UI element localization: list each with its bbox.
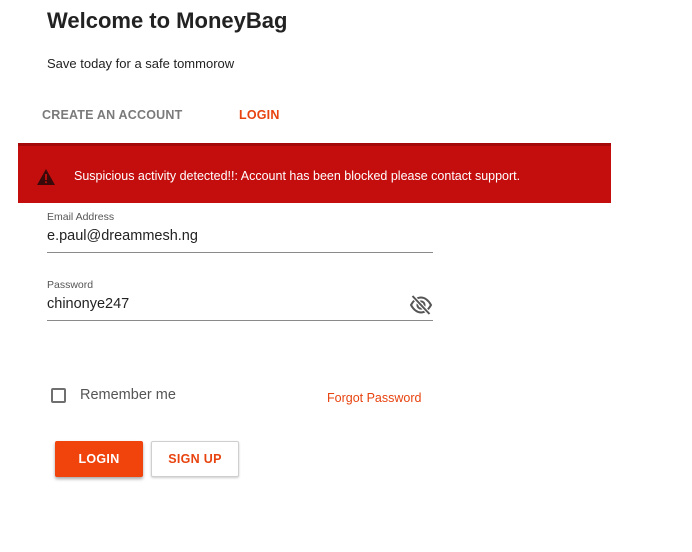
password-input-wrapper [47,292,433,321]
alert-message: Suspicious activity detected!!: Account … [74,169,521,183]
remember-me-label: Remember me [80,387,176,403]
email-input[interactable] [47,224,397,248]
remember-me-checkbox[interactable]: Remember me [50,387,176,403]
tab-login[interactable]: LOGIN [239,100,280,130]
error-alert: Suspicious activity detected!!: Account … [18,143,611,203]
eye-off-icon[interactable] [409,294,433,316]
forgot-password-link[interactable]: Forgot Password [327,391,421,405]
page-subtitle: Save today for a safe tommorow [47,56,235,71]
login-page: Welcome to MoneyBag Save today for a saf… [0,0,692,552]
password-field: Password [47,278,433,321]
signup-button[interactable]: SIGN UP [151,441,239,477]
email-input-wrapper [47,224,433,253]
email-label: Email Address [47,211,115,223]
login-button[interactable]: LOGIN [55,441,143,477]
auth-tabs: CREATE AN ACCOUNT LOGIN [18,100,280,132]
page-title: Welcome to MoneyBag [47,8,288,33]
tab-create-account[interactable]: CREATE AN ACCOUNT [18,100,239,130]
checkbox-box[interactable] [51,387,66,403]
warning-icon [37,169,55,185]
password-label: Password [47,279,94,291]
password-input[interactable] [47,292,397,316]
email-field: Email Address [47,210,433,253]
